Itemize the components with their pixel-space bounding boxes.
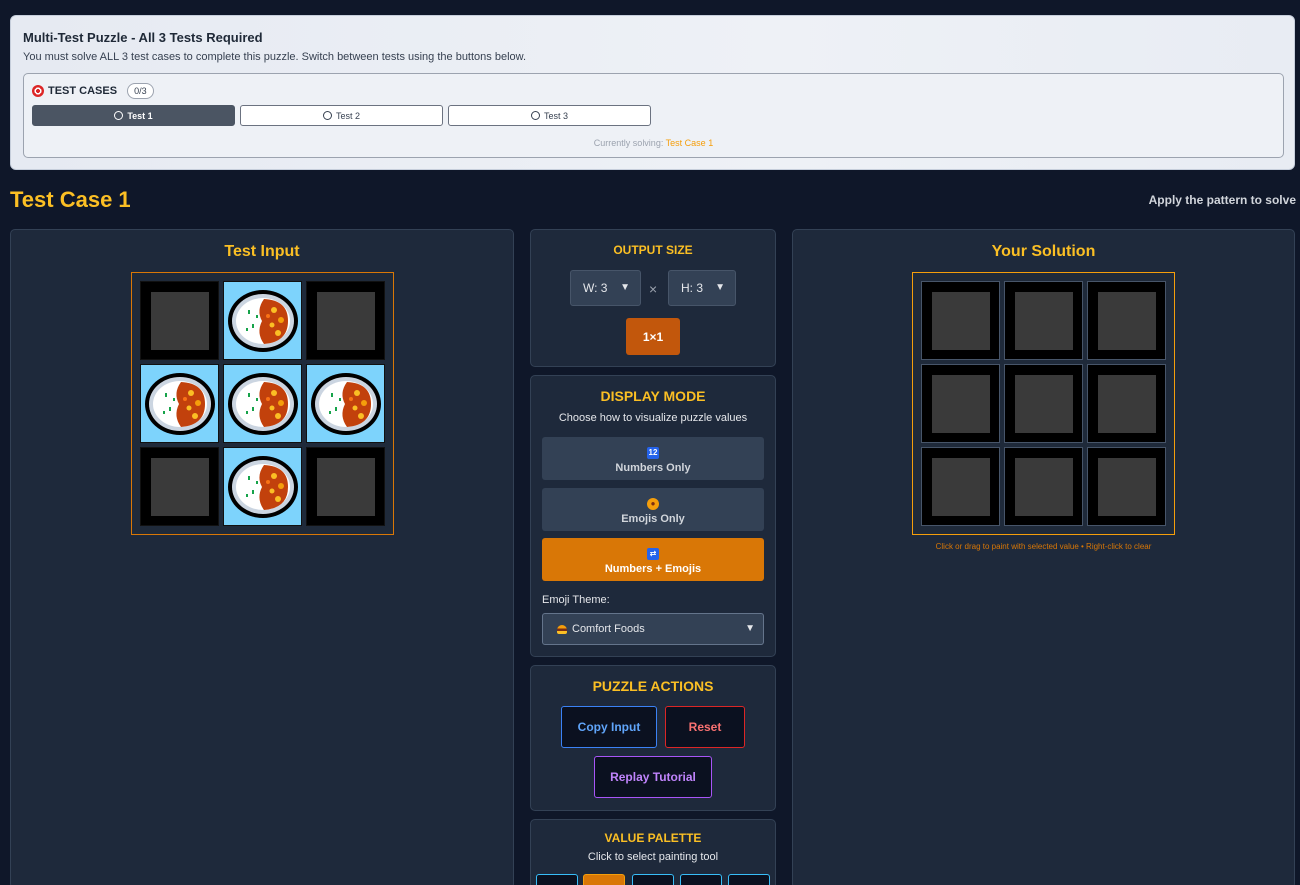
mode-emojis-only-label: Emojis Only — [621, 513, 685, 525]
times-symbol: × — [649, 281, 658, 297]
test-input-grid — [131, 272, 394, 535]
food-plate-icon — [226, 288, 300, 354]
height-value: H: 3 — [681, 281, 704, 295]
copy-input-button[interactable]: Copy Input — [561, 706, 657, 748]
emoji-theme-value: Comfort Foods — [572, 623, 645, 635]
mode-numbers-emojis-button[interactable]: ⇄ Numbers + Emojis — [542, 538, 764, 581]
input-grid-cell — [140, 447, 219, 526]
target-icon — [32, 85, 44, 97]
test-2-label: Test 2 — [335, 110, 360, 121]
mode-numbers-emojis-label: Numbers + Emojis — [604, 563, 702, 575]
currently-solving-label: Currently solving: — [593, 138, 664, 148]
input-grid-cell — [140, 281, 219, 360]
solution-grid-cell[interactable] — [1004, 447, 1083, 526]
palette-swatch-4[interactable] — [728, 874, 770, 885]
currently-solving-value: Test Case 1 — [665, 138, 714, 148]
input-grid-cell — [223, 364, 302, 443]
circle-icon — [114, 111, 124, 120]
value-palette-panel: VALUE PALETTE Click to select painting t… — [530, 819, 776, 885]
palette-swatch-3[interactable] — [680, 874, 722, 885]
output-size-title: OUTPUT SIZE — [613, 243, 693, 257]
burger-icon — [557, 624, 567, 634]
chevron-down-icon: ▼ — [715, 282, 725, 293]
replay-tutorial-button[interactable]: Replay Tutorial — [594, 756, 712, 798]
progress-badge: 0/3 — [127, 83, 154, 99]
display-mode-subtitle: Choose how to visualize puzzle values — [558, 412, 748, 424]
circle-icon — [530, 111, 540, 120]
chevron-down-icon: ▼ — [745, 623, 755, 634]
display-mode-panel: DISPLAY MODE Choose how to visualize puz… — [530, 375, 776, 657]
case-title: Test Case 1 — [10, 187, 131, 212]
solution-grid-cell[interactable] — [1004, 364, 1083, 443]
mode-emojis-only-button[interactable]: ● Emojis Only — [542, 488, 764, 531]
input-grid-cell — [140, 364, 219, 443]
solution-grid-cell[interactable] — [921, 447, 1000, 526]
test-1-label: Test 1 — [127, 110, 153, 121]
value-palette-title: VALUE PALETTE — [604, 831, 702, 845]
numbers-icon: 12 — [647, 447, 659, 459]
banner-description: You must solve ALL 3 test cases to compl… — [23, 51, 527, 63]
width-select[interactable]: W: 3 ▼ — [570, 270, 641, 306]
solution-grid-cell[interactable] — [921, 281, 1000, 360]
width-value: W: 3 — [583, 281, 608, 295]
test-1-button[interactable]: Test 1 — [32, 105, 235, 126]
output-size-panel: OUTPUT SIZE W: 3 ▼ × H: 3 ▼ 1×1 — [530, 229, 776, 367]
test-cases-label: TEST CASES — [48, 85, 118, 97]
palette-swatch-1[interactable] — [583, 874, 625, 885]
solution-grid-cell[interactable] — [921, 364, 1000, 443]
input-grid-cell — [306, 447, 385, 526]
test-cases-box: TEST CASES 0/3 Test 1 Test 2 Test 3 Curr… — [23, 73, 1284, 158]
food-plate-icon — [226, 454, 300, 520]
input-grid-cell — [223, 281, 302, 360]
currently-solving: Currently solving: Test Case 1 — [24, 138, 1283, 148]
input-grid-cell — [223, 447, 302, 526]
solution-title: Your Solution — [991, 243, 1096, 260]
test-cases-header: TEST CASES 0/3 — [32, 83, 154, 99]
chevron-down-icon: ▼ — [620, 282, 630, 293]
multi-test-banner: Multi-Test Puzzle - All 3 Tests Required… — [10, 15, 1295, 170]
solution-grid-cell[interactable] — [1004, 281, 1083, 360]
mode-numbers-only-button[interactable]: 12 Numbers Only — [542, 437, 764, 480]
food-plate-icon — [309, 371, 383, 437]
height-select[interactable]: H: 3 ▼ — [668, 270, 736, 306]
puzzle-actions-panel: PUZZLE ACTIONS Copy Input Reset Replay T… — [530, 665, 776, 811]
circle-icon — [322, 111, 332, 120]
input-grid-cell — [306, 281, 385, 360]
value-palette-subtitle: Click to select painting tool — [587, 851, 719, 863]
case-hint: Apply the pattern to solve — [1148, 193, 1296, 207]
solution-grid-cell[interactable] — [1087, 364, 1166, 443]
emoji-theme-select[interactable]: Comfort Foods ▼ — [542, 613, 764, 645]
food-plate-icon — [143, 371, 217, 437]
mode-numbers-only-label: Numbers Only — [615, 462, 691, 474]
solution-grid-cell[interactable] — [1087, 447, 1166, 526]
test-input-panel: Test Input — [10, 229, 514, 885]
palette-swatch-2[interactable] — [632, 874, 674, 885]
reset-button[interactable]: Reset — [665, 706, 745, 748]
solution-note: Click or drag to paint with selected val… — [935, 542, 1152, 551]
palette-icon: ● — [647, 498, 659, 510]
resize-1x1-button[interactable]: 1×1 — [626, 318, 680, 355]
input-grid-cell — [306, 364, 385, 443]
display-mode-title: DISPLAY MODE — [600, 388, 706, 404]
banner-title: Multi-Test Puzzle - All 3 Tests Required — [23, 30, 263, 45]
food-plate-icon — [226, 371, 300, 437]
palette-swatch-0[interactable] — [536, 874, 578, 885]
test-3-label: Test 3 — [543, 110, 568, 121]
test-input-title: Test Input — [224, 243, 300, 260]
test-2-button[interactable]: Test 2 — [240, 105, 443, 126]
emoji-theme-label: Emoji Theme: — [542, 594, 610, 606]
solution-panel: Your Solution Click or drag to paint wit… — [792, 229, 1295, 885]
puzzle-actions-title: PUZZLE ACTIONS — [592, 678, 714, 694]
shuffle-icon: ⇄ — [647, 548, 659, 560]
solution-grid — [912, 272, 1175, 535]
solution-grid-cell[interactable] — [1087, 281, 1166, 360]
test-3-button[interactable]: Test 3 — [448, 105, 651, 126]
